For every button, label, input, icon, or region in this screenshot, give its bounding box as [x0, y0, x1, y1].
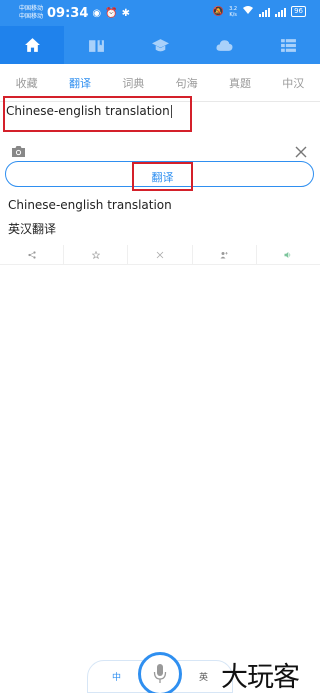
status-left-icons: ◉ ⏰ ✱: [92, 8, 130, 19]
translate-button-label-box[interactable]: 翻译: [132, 162, 193, 191]
add-user-icon: [220, 251, 228, 258]
sub-tab-sentences[interactable]: 句海: [160, 75, 213, 91]
nav-tab-book[interactable]: [64, 26, 128, 64]
carrier-info: 中国移动 中国移动: [19, 5, 43, 21]
share-icon: [27, 250, 36, 259]
lang-source-button[interactable]: 中: [112, 670, 121, 683]
alarm-icon: ⏰: [105, 7, 118, 19]
book-icon: [88, 39, 104, 52]
clear-icon: [156, 251, 164, 258]
sub-tab-favorites[interactable]: 收藏: [0, 75, 53, 91]
result-actions: [0, 245, 320, 265]
nav-tab-menu[interactable]: [256, 26, 320, 64]
nav-tab-cloud[interactable]: [192, 26, 256, 64]
speak-button[interactable]: [257, 245, 320, 264]
camera-icon[interactable]: [11, 143, 26, 162]
result-source-text: Chinese-english translation: [8, 198, 172, 212]
status-time: 09:34: [47, 5, 89, 21]
top-nav: [0, 26, 320, 64]
sub-tab-dictionary[interactable]: 词典: [107, 75, 160, 91]
cloud-icon: [215, 39, 233, 51]
clear-button[interactable]: [128, 245, 193, 264]
net-speed: 3.2 K/s: [229, 6, 237, 18]
signal-icon-1: [259, 7, 271, 17]
translation-input[interactable]: Chinese-english translation: [3, 96, 192, 132]
home-icon: [24, 37, 40, 52]
graduation-cap-icon: [151, 38, 169, 51]
translate-button-label: 翻译: [151, 170, 174, 184]
eye-icon: ◉: [92, 7, 102, 19]
share-button[interactable]: [0, 245, 65, 264]
nav-tab-home[interactable]: [0, 26, 64, 64]
carrier-2: 中国移动: [19, 13, 44, 20]
add-user-button[interactable]: [193, 245, 257, 264]
microphone-icon: [153, 664, 167, 683]
favorite-button[interactable]: [64, 245, 129, 264]
status-bar: 中国移动 中国移动 09:34 ◉ ⏰ ✱ 🔕 3.2 K/s 96: [0, 0, 320, 26]
translation-input-text: Chinese-english translation: [6, 104, 170, 118]
net-speed-unit: K/s: [229, 11, 237, 18]
bluetooth-icon: ✱: [121, 7, 130, 19]
wifi-icon: [242, 5, 254, 18]
voice-input-button[interactable]: [138, 652, 182, 693]
sub-tab-translate[interactable]: 翻译: [53, 75, 106, 91]
nav-tab-learn[interactable]: [128, 26, 192, 64]
result-translation-text: 英汉翻译: [8, 222, 57, 236]
battery-icon: 96: [291, 6, 306, 17]
speaker-icon: [284, 251, 291, 258]
sub-tab-exam[interactable]: 真题: [213, 75, 266, 91]
status-right-icons: 🔕 3.2 K/s 96: [213, 5, 306, 18]
grid-menu-icon: [280, 38, 296, 52]
lang-target-button[interactable]: 英: [199, 670, 208, 683]
watermark-logo: 大玩客: [221, 662, 300, 693]
carrier-1: 中国移动: [19, 5, 44, 12]
mute-icon: 🔕: [212, 6, 225, 17]
star-icon: [91, 250, 100, 259]
close-icon[interactable]: [295, 143, 307, 162]
sub-tab-chinese[interactable]: 中汉: [267, 75, 320, 91]
signal-icon-2: [275, 7, 287, 17]
text-caret: [170, 105, 172, 118]
